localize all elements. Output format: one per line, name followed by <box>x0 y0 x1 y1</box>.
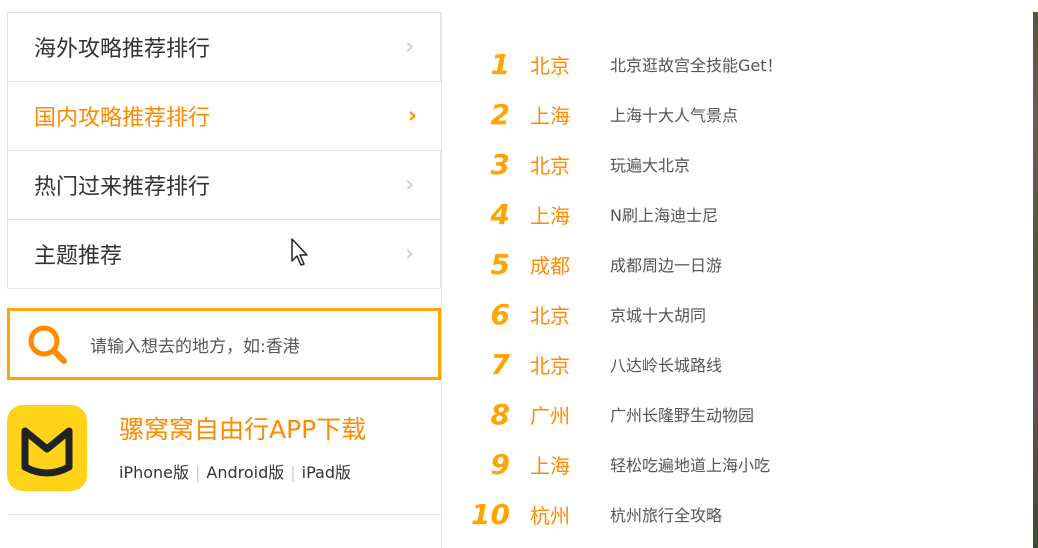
divider <box>7 514 441 515</box>
app-download-title[interactable]: 骡窝窝自由行APP下载 <box>119 410 366 446</box>
menu-item-label: 主题推荐 <box>34 244 123 269</box>
rank-city[interactable]: 北京 <box>530 50 600 79</box>
rank-title[interactable]: 广州长隆野生动物园 <box>610 402 754 426</box>
rank-number: 6 <box>490 297 510 331</box>
rank-number: 9 <box>490 447 510 481</box>
rank-title[interactable]: 成都周边一日游 <box>610 252 722 276</box>
iphone-link[interactable]: iPhone版 <box>119 463 189 482</box>
android-link[interactable]: Android版 <box>206 463 284 482</box>
mouse-cursor-icon <box>291 238 308 266</box>
chevron-right-icon: › <box>405 241 414 267</box>
rank-city[interactable]: 广州 <box>530 400 600 429</box>
chevron-right-icon: › <box>405 172 414 198</box>
rank-number: 5 <box>490 247 510 281</box>
menu-item-label: 海外攻略推荐排行 <box>34 37 211 62</box>
rank-city[interactable]: 杭州 <box>530 500 600 529</box>
rank-city[interactable]: 北京 <box>530 150 600 179</box>
menu-item-label: 热门过来推荐排行 <box>34 175 211 200</box>
rank-city[interactable]: 上海 <box>530 100 600 129</box>
strategy-menu: 海外攻略推荐排行 › 国内攻略推荐排行 › 热门过来推荐排行 › 主题推荐 › <box>7 12 443 289</box>
rank-city[interactable]: 北京 <box>530 350 600 379</box>
rank-number: 2 <box>490 97 510 131</box>
search-input[interactable]: 请输入想去的地方，如:香港 <box>90 332 300 357</box>
rank-title[interactable]: 玩遍大北京 <box>610 152 690 176</box>
rank-title[interactable]: N刷上海迪士尼 <box>610 202 718 226</box>
ranking-row[interactable]: 6 北京 京城十大胡同 <box>442 294 1002 334</box>
rank-title[interactable]: 北京逛故宫全技能Get！ <box>610 52 783 76</box>
ranking-row[interactable]: 2 上海 上海十大人气景点 <box>442 94 1002 134</box>
menu-item-themes[interactable]: 主题推荐 › <box>7 220 441 289</box>
rank-city[interactable]: 上海 <box>530 200 600 229</box>
rank-number: 10 <box>471 497 510 531</box>
destination-search-box[interactable]: 请输入想去的地方，如:香港 <box>7 308 441 380</box>
ranking-row[interactable]: 5 成都 成都周边一日游 <box>442 244 1002 284</box>
rank-title[interactable]: 京城十大胡同 <box>610 302 706 326</box>
rank-city[interactable]: 上海 <box>530 450 600 479</box>
rank-number: 8 <box>490 397 510 431</box>
separator: | <box>290 463 296 482</box>
separator: | <box>195 463 201 482</box>
ipad-link[interactable]: iPad版 <box>302 463 351 482</box>
ranking-row[interactable]: 8 广州 广州长隆野生动物园 <box>442 394 1002 434</box>
ranking-row[interactable]: 4 上海 N刷上海迪士尼 <box>442 194 1002 234</box>
ranking-row[interactable]: 10 杭州 杭州旅行全攻略 <box>442 494 1002 534</box>
menu-item-popular[interactable]: 热门过来推荐排行 › <box>7 151 441 220</box>
app-platform-links: iPhone版 | Android版 | iPad版 <box>119 459 351 483</box>
chevron-right-icon: › <box>405 34 414 60</box>
rank-title[interactable]: 杭州旅行全攻略 <box>610 502 722 526</box>
app-download-promo: 骡窝窝自由行APP下载 iPhone版 | Android版 | iPad版 <box>7 402 441 502</box>
rank-city[interactable]: 北京 <box>530 300 600 329</box>
menu-item-domestic[interactable]: 国内攻略推荐排行 › <box>7 82 443 151</box>
ranking-row[interactable]: 9 上海 轻松吃遍地道上海小吃 <box>442 444 1002 484</box>
ranking-row[interactable]: 7 北京 八达岭长城路线 <box>442 344 1002 384</box>
search-icon <box>28 325 67 364</box>
menu-item-overseas[interactable]: 海外攻略推荐排行 › <box>7 12 441 82</box>
rank-number: 4 <box>490 197 510 231</box>
rank-title[interactable]: 上海十大人气景点 <box>610 102 738 126</box>
rank-city[interactable]: 成都 <box>530 250 600 279</box>
rank-title[interactable]: 八达岭长城路线 <box>610 352 722 376</box>
menu-item-label: 国内攻略推荐排行 <box>34 106 211 131</box>
rank-title[interactable]: 轻松吃遍地道上海小吃 <box>610 452 770 476</box>
ranking-row[interactable]: 1 北京 北京逛故宫全技能Get！ <box>442 44 1002 84</box>
rank-number: 1 <box>490 47 510 81</box>
ranking-panel: 1 北京 北京逛故宫全技能Get！ 2 上海 上海十大人气景点 3 北京 玩遍大… <box>441 12 1033 548</box>
ranking-row[interactable]: 3 北京 玩遍大北京 <box>442 144 1002 184</box>
background-photo <box>1033 12 1038 548</box>
chevron-right-icon: › <box>407 103 417 129</box>
rank-number: 7 <box>490 347 510 381</box>
mafengwo-logo-icon[interactable] <box>7 405 87 491</box>
rank-number: 3 <box>490 147 510 181</box>
